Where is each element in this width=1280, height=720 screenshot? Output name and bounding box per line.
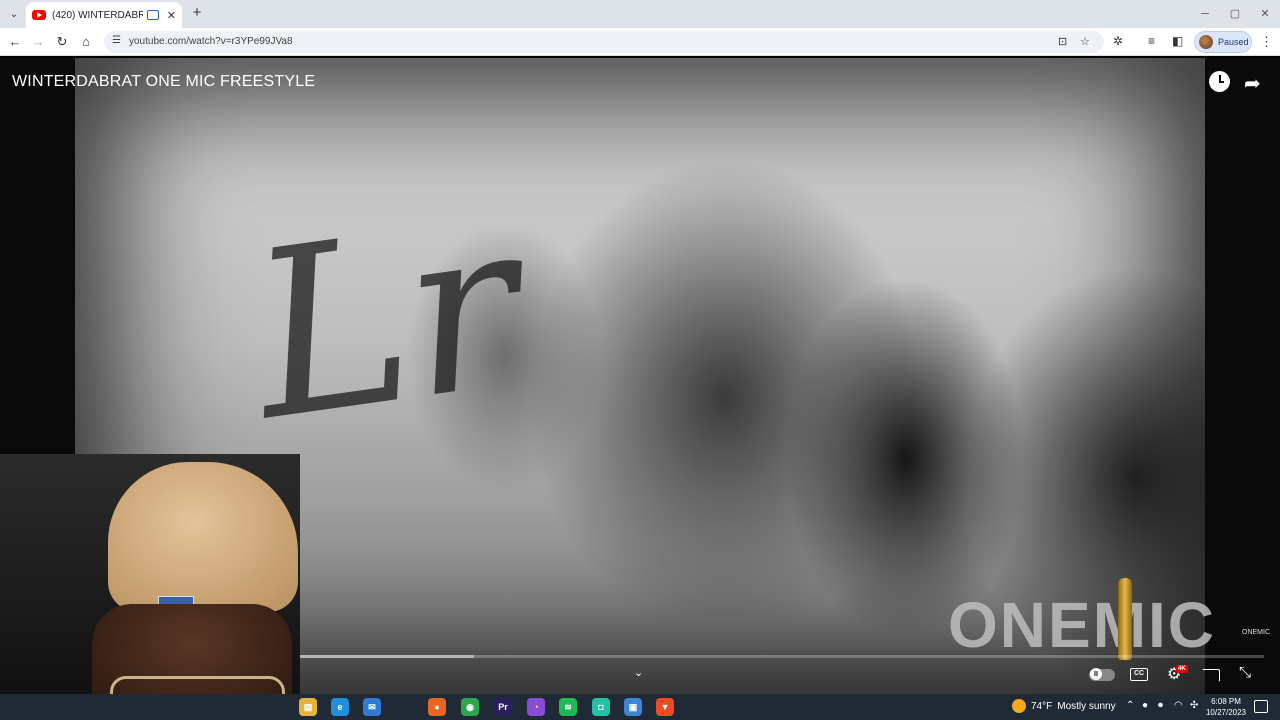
taskbar-chrome-icon[interactable]: ◉ [461,698,479,716]
minimize-button[interactable]: ─ [1190,0,1220,28]
close-window-button[interactable]: ✕ [1250,0,1280,28]
wifi-icon[interactable]: ◠ [1174,700,1183,711]
corner-watermark: ONEMIC [1242,629,1270,636]
progress-buffered [300,655,474,658]
glasses [110,676,285,694]
background-logo: Lr [237,171,535,472]
system-clock[interactable]: 6:08 PM 10/27/2023 [1204,696,1248,718]
quality-badge: 4K [1176,665,1188,673]
video-player[interactable]: Lr WINTERDABRAT ONE MIC FREESTYLE ➦ ONEM… [0,58,1280,694]
sun-icon [1012,699,1026,713]
media-control-icon[interactable]: ≡ [1148,34,1155,48]
address-bar[interactable]: ☰ youtube.com/watch?v=r3YPe99JVa8 ⊡ ☆ [104,31,1104,53]
avatar [1199,35,1213,49]
subtitles-button[interactable]: CC [1130,668,1148,681]
url-text[interactable]: youtube.com/watch?v=r3YPe99JVa8 [129,36,293,47]
install-app-icon[interactable]: ⊡ [1058,35,1067,48]
notifications-icon[interactable] [1254,700,1268,713]
window-controls: ─ ▢ ✕ [1190,0,1280,28]
extensions-icon[interactable]: ✲ [1113,34,1123,48]
new-tab-button[interactable]: + [188,4,206,22]
cap [108,462,298,612]
taskbar-mail-icon[interactable]: ✉ [363,698,381,716]
microphone-tray-icon[interactable]: ⏺ [1158,700,1163,711]
taskbar-brave-icon[interactable]: ▼ [656,698,674,716]
weather-widget[interactable]: 74°F Mostly sunny [1012,699,1121,713]
autoplay-toggle[interactable] [1089,668,1115,681]
watch-later-clock-icon[interactable] [1209,71,1230,92]
clock-time: 6:08 PM [1211,697,1241,706]
share-arrow-icon[interactable]: ➦ [1244,71,1261,96]
video-title[interactable]: WINTERDABRAT ONE MIC FREESTYLE [12,73,315,91]
weather-condition: Mostly sunny [1057,700,1116,712]
taskbar-messenger-icon[interactable]: ◔ [527,698,545,716]
onemic-watermark: ONEMIC [948,589,1216,661]
webcam-overlay [0,454,300,694]
browser-toolbar: ← → ↻ ⌂ ☰ youtube.com/watch?v=r3YPe99JVa… [0,28,1280,56]
profile-status: Paused [1218,37,1249,47]
taskbar-spotify-icon[interactable]: ≋ [559,698,577,716]
exit-fullscreen-icon[interactable]: ⤡ [1239,664,1251,681]
tab-strip: ⌄ (420) WINTERDABRAT ONE MIC FREESTYLE -… [0,0,1280,28]
taskbar: ▤ e ✉ ● ◉ Pr ◔ ≋ ◘ ▣ ▼ 74°F Mostly sunny ⌃ ● ⏺ ◠ ✣… [0,694,1280,720]
microphone-icon [1118,578,1132,660]
tray-chevron-up-icon[interactable]: ⌃ [1126,700,1134,711]
weather-temp: 74°F [1031,700,1053,712]
tray-app-icon[interactable]: ● [1142,700,1148,711]
profile-button[interactable]: Paused [1194,31,1252,53]
home-button[interactable]: ⌂ [76,32,96,52]
taskbar-file-explorer-icon[interactable]: ▤ [299,698,317,716]
forward-button[interactable]: → [28,32,48,52]
cast-icon[interactable] [1202,669,1220,682]
clock-date: 10/27/2023 [1205,708,1247,717]
bookmark-star-icon[interactable]: ☆ [1080,35,1090,48]
taskbar-window-app-icon[interactable]: ▣ [624,698,642,716]
network-tray-icon[interactable]: ✣ [1190,700,1198,711]
back-button[interactable]: ← [5,32,25,52]
side-panel-icon[interactable]: ◧ [1172,34,1183,48]
tab-close-icon[interactable]: ✕ [167,9,176,22]
taskbar-streamlabs-icon[interactable]: ◘ [592,698,610,716]
taskbar-premiere-icon[interactable]: Pr [494,698,512,716]
maximize-button[interactable]: ▢ [1220,0,1250,28]
browser-tab[interactable]: (420) WINTERDABRAT ONE MIC FREESTYLE - Y… [26,2,182,28]
tab-media-icon[interactable] [146,10,159,20]
site-info-icon[interactable]: ☰ [112,35,121,46]
taskbar-edge-icon[interactable]: e [331,698,349,716]
youtube-favicon-icon [32,10,46,20]
more-menu-icon[interactable]: ⋮ [1260,34,1273,50]
taskbar-firefox-icon[interactable]: ● [428,698,446,716]
progress-bar[interactable] [300,655,1264,658]
tab-title: (420) WINTERDABRAT ONE MIC FREESTYLE - Y… [52,9,143,21]
chevron-down-icon[interactable]: ⌄ [634,666,643,679]
tab-search-chevron-icon[interactable]: ⌄ [5,5,23,23]
reload-button[interactable]: ↻ [52,32,72,52]
